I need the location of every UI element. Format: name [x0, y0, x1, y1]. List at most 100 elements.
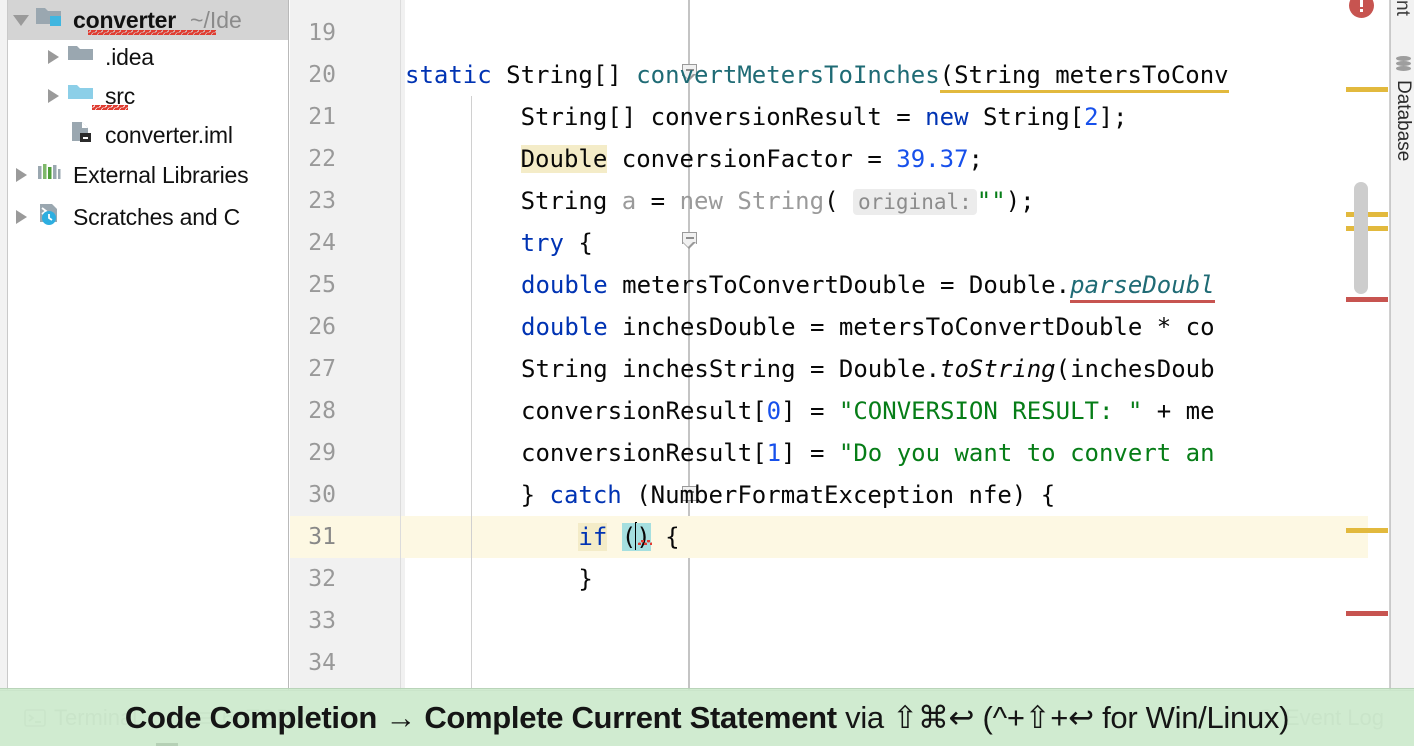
line-number: 23: [290, 180, 336, 222]
tool-window-tab-partial[interactable]: nt: [1391, 0, 1413, 50]
chevron-down-icon[interactable]: [8, 0, 34, 40]
code-line-26[interactable]: double inchesDouble = metersToConvertDou…: [405, 306, 1215, 348]
tip-win-shortcut: (^+⇧+↩ for Win/Linux): [974, 700, 1289, 735]
code-line-31[interactable]: if () {: [405, 516, 680, 558]
line-number: 30: [290, 474, 336, 516]
line-number: 27: [290, 348, 336, 390]
token-method-name: convertMetersToInches: [636, 61, 939, 89]
token-text: ] =: [781, 397, 839, 425]
code-editor[interactable]: 19 20 21 22 23 24 25 26 27 28 29 30 31 3…: [290, 0, 1368, 690]
stripe-marker-warning[interactable]: [1346, 87, 1388, 92]
token-text: (NumberFormatException nfe) {: [622, 481, 1055, 509]
line-number: 24: [290, 222, 336, 264]
token-keyword: static: [405, 61, 492, 89]
token-text: inchesDouble = metersToConvertDouble * c…: [608, 313, 1215, 341]
matched-paren-open: (: [622, 523, 636, 551]
error-squiggle: [638, 540, 652, 545]
tool-window-left-edge: [0, 0, 8, 690]
editor-code-area[interactable]: static String[] convertMetersToInches(St…: [405, 0, 1368, 690]
chevron-right-icon[interactable]: [40, 37, 66, 77]
line-number: 34: [290, 642, 336, 684]
tool-window-tab-database[interactable]: Database: [1392, 80, 1414, 161]
project-tree-item-label: .idea: [105, 44, 154, 71]
token-keyword-double: double: [521, 271, 608, 299]
project-tree-item-src[interactable]: src: [8, 76, 288, 116]
token-keyword-try: try: [521, 229, 564, 257]
code-line-27[interactable]: String inchesString = Double.toString(in…: [405, 348, 1215, 390]
database-icon: [1396, 56, 1411, 73]
token-text: ] =: [781, 439, 839, 467]
tip-banner-text: Code Completion → Complete Current State…: [125, 700, 1289, 736]
stripe-marker-error[interactable]: [1346, 611, 1388, 616]
project-tree-item-label: Scratches and C: [73, 204, 240, 231]
chevron-right-icon[interactable]: [40, 76, 66, 116]
project-tree-item-idea[interactable]: .idea: [8, 37, 288, 77]
token-keyword-catch: catch: [550, 481, 622, 509]
token-keyword-new: new: [680, 187, 723, 215]
token-text: {: [564, 229, 593, 257]
code-line-21[interactable]: String[] conversionResult = new String[2…: [405, 96, 1127, 138]
token-keyword-new: new: [925, 103, 968, 131]
token-text: );: [1006, 187, 1035, 215]
line-number: 21: [290, 96, 336, 138]
tip-mac-shortcut: ⇧⌘↩: [892, 700, 974, 735]
code-line-23[interactable]: String a = new String( original:"");: [405, 180, 1035, 222]
line-number: 25: [290, 264, 336, 306]
code-line-20[interactable]: static String[] convertMetersToInches(St…: [405, 54, 1229, 96]
code-line-30[interactable]: } catch (NumberFormatException nfe) {: [405, 474, 1055, 516]
stripe-marker-warning[interactable]: [1346, 528, 1388, 533]
token-keyword-if: if: [578, 523, 607, 551]
error-stripe-gutter[interactable]: [1368, 0, 1390, 690]
matched-paren-close: ): [636, 523, 650, 551]
line-number: 29: [290, 432, 336, 474]
token-text: + me: [1142, 397, 1214, 425]
tree-spacer: [40, 115, 66, 155]
code-line-25[interactable]: double metersToConvertDouble = Double.pa…: [405, 264, 1215, 306]
line-number: 20: [290, 54, 336, 96]
token-indent: [405, 523, 578, 551]
token-signature-rest: (String metersToConv: [940, 61, 1229, 93]
token-text: conversionFactor =: [607, 145, 896, 173]
token-text: String: [405, 187, 622, 215]
parameter-name-hint: original:: [853, 189, 977, 215]
token-keyword-double: double: [521, 313, 608, 341]
token-text: (inchesDoub: [1056, 355, 1215, 383]
token-text: {: [651, 523, 680, 551]
project-tree-root-converter[interactable]: converter ~/Ide: [8, 0, 288, 40]
chevron-right-icon[interactable]: [8, 197, 34, 237]
code-line-24[interactable]: try {: [405, 222, 593, 264]
token-text: ;: [969, 145, 983, 173]
token-indent: [405, 229, 521, 257]
editor-gutter[interactable]: 19 20 21 22 23 24 25 26 27 28 29 30 31 3…: [290, 0, 405, 690]
project-tree-item-scratches[interactable]: Scratches and C: [8, 197, 288, 237]
project-tree-item-label: External Libraries: [73, 162, 248, 189]
code-line-22[interactable]: Double conversionFactor = 39.37;: [405, 138, 983, 180]
token-method-call: toString: [940, 355, 1056, 383]
token-text: ];: [1099, 103, 1128, 131]
tip-action-name: Code Completion → Complete Current State…: [125, 700, 837, 735]
chevron-right-icon[interactable]: [8, 155, 34, 195]
token-text: String[: [969, 103, 1085, 131]
token-text: =: [636, 187, 679, 215]
token-variable: a: [622, 187, 636, 215]
tip-via-label: via: [837, 700, 892, 735]
project-tree-item-converter-iml[interactable]: converter.iml: [8, 115, 288, 155]
gutter-divider: [400, 0, 401, 690]
token-string: "": [977, 187, 1006, 215]
tip-banner-overlay: Code Completion → Complete Current State…: [0, 688, 1414, 746]
editor-vertical-scrollbar-thumb[interactable]: [1354, 182, 1368, 294]
right-tool-window-bar: nt Database: [1390, 0, 1414, 690]
code-line-28[interactable]: conversionResult[0] = "CONVERSION RESULT…: [405, 390, 1215, 432]
code-line-32[interactable]: }: [405, 558, 593, 600]
scratches-icon: [34, 201, 64, 233]
stripe-marker-error[interactable]: [1346, 297, 1388, 302]
code-line-29[interactable]: conversionResult[1] = "Do you want to co…: [405, 432, 1215, 474]
token-text: conversionResult[: [521, 439, 767, 467]
line-number: 22: [290, 138, 336, 180]
project-tree-item-external-libraries[interactable]: External Libraries: [8, 155, 288, 195]
token-method-call: parseDoubl: [1070, 271, 1215, 303]
token-indent: [405, 145, 521, 173]
token-indent: [405, 481, 521, 509]
line-number-current: 31: [290, 516, 336, 558]
paren-close-glyph: ): [636, 523, 650, 551]
